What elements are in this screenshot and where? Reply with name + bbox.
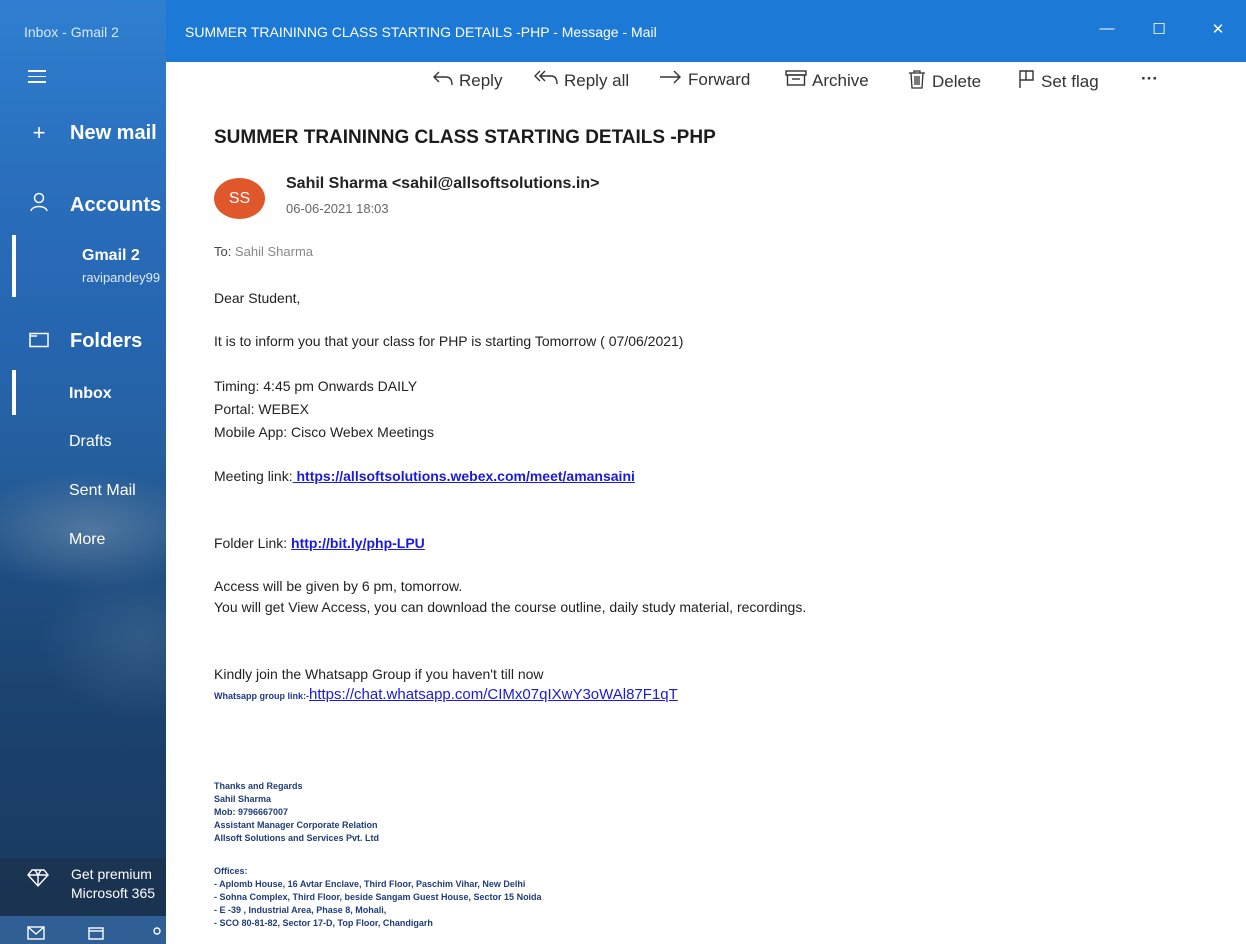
folders-label: Folders [70,329,143,352]
calendar-icon[interactable] [88,926,104,944]
reply-all-icon [533,69,559,93]
office-address: - E -39 , Industrial Area, Phase 8, Moha… [214,905,387,915]
avatar[interactable]: SS [214,178,265,219]
close-icon[interactable]: ✕ [1203,20,1233,38]
access-line-2: You will get View Access, you can downlo… [214,599,807,615]
folder-selection-indicator [12,370,16,415]
message-subject: SUMMER TRAININNG CLASS STARTING DETAILS … [214,127,716,148]
people-icon[interactable] [150,926,164,944]
accounts-label: Accounts [70,193,162,216]
window-title: Inbox - Gmail 2 [24,24,119,40]
more-actions-button[interactable]: ··· [1141,69,1158,89]
reply-all-label: Reply all [564,71,630,90]
minimize-icon[interactable]: — [1092,20,1122,37]
forward-button[interactable]: Forward [659,69,750,91]
window-title-bar: SUMMER TRAININNG CLASS STARTING DETAILS … [166,0,1246,62]
meeting-link[interactable]: https://allsoftsolutions.webex.com/meet/… [293,468,634,484]
archive-label: Archive [812,71,869,90]
get-premium-button[interactable]: Get premium Microsoft 365 [0,858,166,916]
to-label: To: [214,244,232,259]
message-toolbar: Reply Reply all Forward Archive Delete S… [166,62,1246,98]
meeting-link-line: Meeting link: https://allsoftsolutions.w… [214,468,635,484]
signature-line: Allsoft Solutions and Services Pvt. Ltd [214,833,380,843]
reply-button[interactable]: Reply [432,69,502,93]
navigation-pane: Inbox - Gmail 2 + New mail Accounts Gmai… [0,0,166,944]
to-value[interactable]: Sahil Sharma [235,244,313,259]
flag-icon [1018,69,1036,95]
forward-arrow-icon [659,69,683,91]
sidebar-title-bar: Inbox - Gmail 2 [0,0,166,62]
new-mail-label: New mail [70,121,157,144]
account-selection-indicator [12,235,16,297]
new-mail-button[interactable]: + New mail [0,120,166,146]
folder-sent-mail[interactable]: Sent Mail [69,482,136,500]
folders-button[interactable]: Folders [0,328,166,354]
person-icon [28,192,50,218]
meeting-link-label: Meeting link: [214,468,293,484]
portal-line: Portal: WEBEX [214,401,309,417]
trash-icon [907,69,927,95]
signature-line: Thanks and Regards [214,781,303,791]
folder-link[interactable]: http://bit.ly/php-LPU [291,535,425,551]
folder-inbox[interactable]: Inbox [69,385,112,403]
archive-icon [785,69,807,93]
signature-line: Sahil Sharma [214,794,272,804]
account-name: Gmail 2 [82,247,140,264]
offices-title: Offices: [214,866,248,876]
signature-line: Assistant Manager Corporate Relation [214,820,378,830]
message-date: 06-06-2021 18:03 [286,201,389,216]
whatsapp-link[interactable]: https://chat.whatsapp.com/CIMx07qIXwY3oW… [309,686,678,703]
premium-line1: Get premium [71,866,152,882]
reply-all-button[interactable]: Reply all [533,69,629,93]
access-line-1: Access will be given by 6 pm, tomorrow. [214,578,463,594]
accounts-button[interactable]: Accounts [0,192,166,218]
mobile-app-line: Mobile App: Cisco Webex Meetings [214,424,434,440]
archive-button[interactable]: Archive [785,69,869,93]
account-email: ravipandey99 [82,270,161,285]
forward-label: Forward [688,70,751,89]
reply-label: Reply [459,71,503,90]
inform-line: It is to inform you that your class for … [214,333,684,349]
reply-icon [432,69,454,93]
folder-icon [28,328,50,354]
folder-more[interactable]: More [69,531,105,549]
delete-button[interactable]: Delete [907,69,981,95]
office-address: - SCO 80-81-82, Sector 17-D, Top Floor, … [214,918,433,928]
office-address: - Sohna Complex, Third Floor, beside San… [214,892,542,902]
folder-link-label: Folder Link: [214,535,292,551]
diamond-icon [27,868,49,894]
maximize-icon[interactable]: ☐ [1144,20,1174,38]
recipient-line: To: Sahil Sharma [214,244,313,259]
delete-label: Delete [932,72,982,91]
folder-link-line: Folder Link: http://bit.ly/php-LPU [214,535,425,551]
hamburger-menu-icon[interactable] [28,70,46,84]
background-decoration [40,560,166,720]
premium-line2: Microsoft 365 [71,885,156,901]
more-label: ··· [1141,69,1158,88]
whatsapp-link-line: Whatsapp group link:-https://chat.whatsa… [214,686,678,703]
folder-drafts[interactable]: Drafts [69,433,112,451]
set-flag-label: Set flag [1041,72,1099,91]
set-flag-button[interactable]: Set flag [1018,69,1099,95]
app-switcher-bar [0,916,166,944]
sender-name[interactable]: Sahil Sharma <sahil@allsoftsolutions.in> [286,175,599,193]
message-window-title: SUMMER TRAININNG CLASS STARTING DETAILS … [185,24,657,40]
plus-icon: + [32,120,46,145]
mail-icon[interactable] [27,926,45,944]
signature-line: Mob: 9796667007 [214,807,289,817]
timing-line: Timing: 4:45 pm Onwards DAILY [214,378,418,394]
greeting: Dear Student, [214,290,301,306]
office-address: - Aplomb House, 16 Avtar Enclave, Third … [214,879,526,889]
whatsapp-join-line: Kindly join the Whatsapp Group if you ha… [214,666,544,682]
whatsapp-link-label: Whatsapp group link:- [214,691,309,701]
